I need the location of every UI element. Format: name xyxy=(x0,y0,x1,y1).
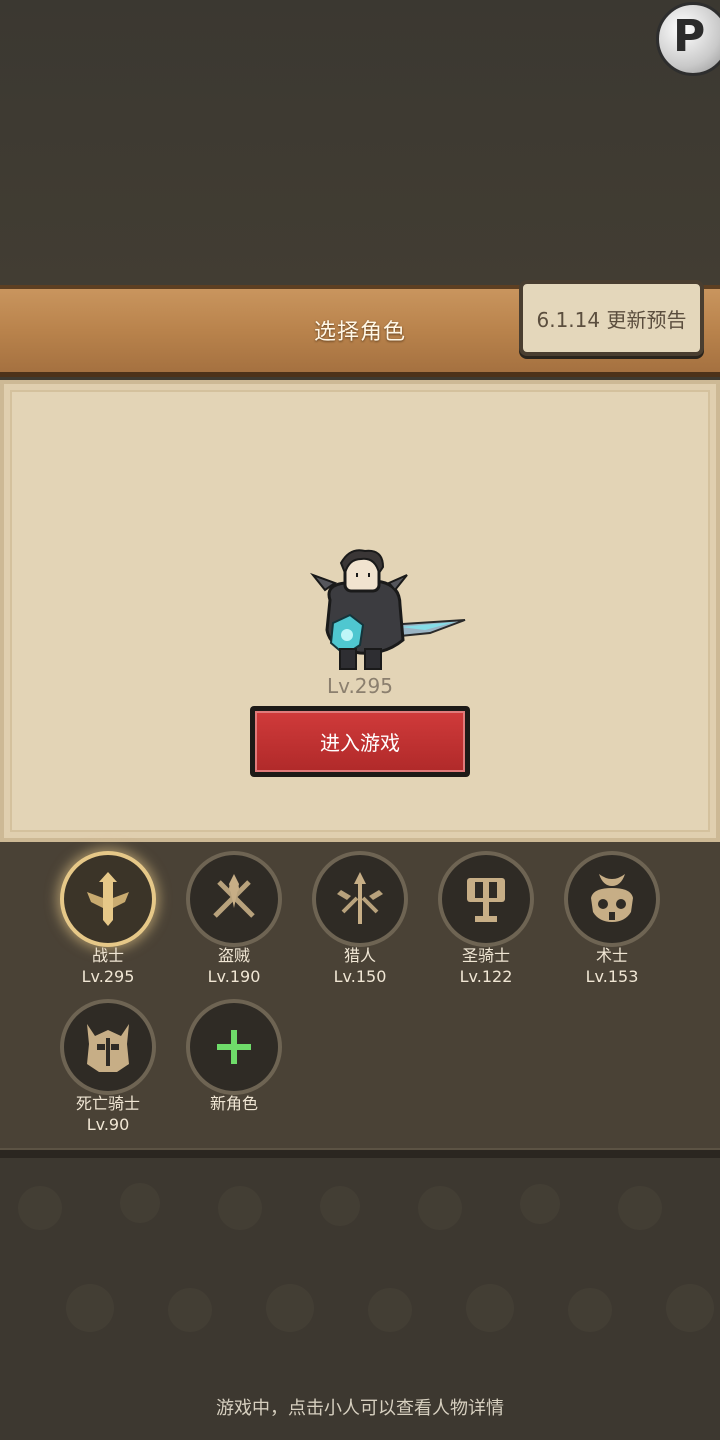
top-backdrop xyxy=(0,0,720,285)
class-level: Lv.122 xyxy=(459,967,513,986)
enter-game-label: 进入游戏 xyxy=(255,711,465,772)
warlock-icon xyxy=(591,874,633,922)
class-icon-frame xyxy=(60,851,156,947)
class-level: Lv.153 xyxy=(585,967,639,986)
new-character-button[interactable]: 新角色 xyxy=(179,999,289,1115)
class-icon-frame xyxy=(564,851,660,947)
class-icon-frame xyxy=(438,851,534,947)
class-name: 猎人 xyxy=(343,946,376,965)
class-level: Lv.150 xyxy=(333,967,387,986)
rogue-icon xyxy=(213,874,255,918)
warrior-icon xyxy=(87,872,129,926)
class-item-death-knight[interactable]: 死亡骑士 Lv.90 xyxy=(53,999,163,1135)
class-icon-frame xyxy=(186,851,282,947)
p-logo-icon: P xyxy=(673,11,706,62)
profile-corner-button[interactable]: P xyxy=(656,2,720,76)
death-knight-icon xyxy=(87,1024,129,1072)
class-item-rogue[interactable]: 盗贼 Lv.190 xyxy=(179,851,289,987)
class-item-hunter[interactable]: 猎人 Lv.150 xyxy=(305,851,415,987)
class-level: Lv.295 xyxy=(81,967,135,986)
class-name: 死亡骑士 xyxy=(75,1094,140,1113)
class-name: 新角色 xyxy=(209,1094,258,1113)
class-icon-frame xyxy=(186,999,282,1095)
class-name: 术士 xyxy=(595,946,628,965)
class-name: 盗贼 xyxy=(217,946,250,965)
class-icon-frame xyxy=(60,999,156,1095)
plus-icon xyxy=(217,1030,251,1064)
footer-hint: 游戏中，点击小人可以查看人物详情 xyxy=(216,1398,504,1419)
class-item-warlock[interactable]: 术士 Lv.153 xyxy=(557,851,667,987)
class-icon-frame xyxy=(312,851,408,947)
hunter-icon xyxy=(337,872,383,924)
update-notice-button[interactable]: 6.1.14 更新预告 xyxy=(519,280,704,356)
class-item-paladin[interactable]: 圣骑士 Lv.122 xyxy=(431,851,541,987)
class-level: Lv.90 xyxy=(86,1115,130,1134)
paladin-icon xyxy=(467,878,505,922)
class-item-warrior[interactable]: 战士 Lv.295 xyxy=(53,851,163,987)
class-name: 圣骑士 xyxy=(461,946,510,965)
character-level: Lv.295 xyxy=(327,674,393,698)
character-sprite[interactable] xyxy=(305,545,470,675)
class-level: Lv.190 xyxy=(207,967,261,986)
class-name: 战士 xyxy=(91,946,124,965)
enter-game-button[interactable]: 进入游戏 xyxy=(250,706,470,777)
